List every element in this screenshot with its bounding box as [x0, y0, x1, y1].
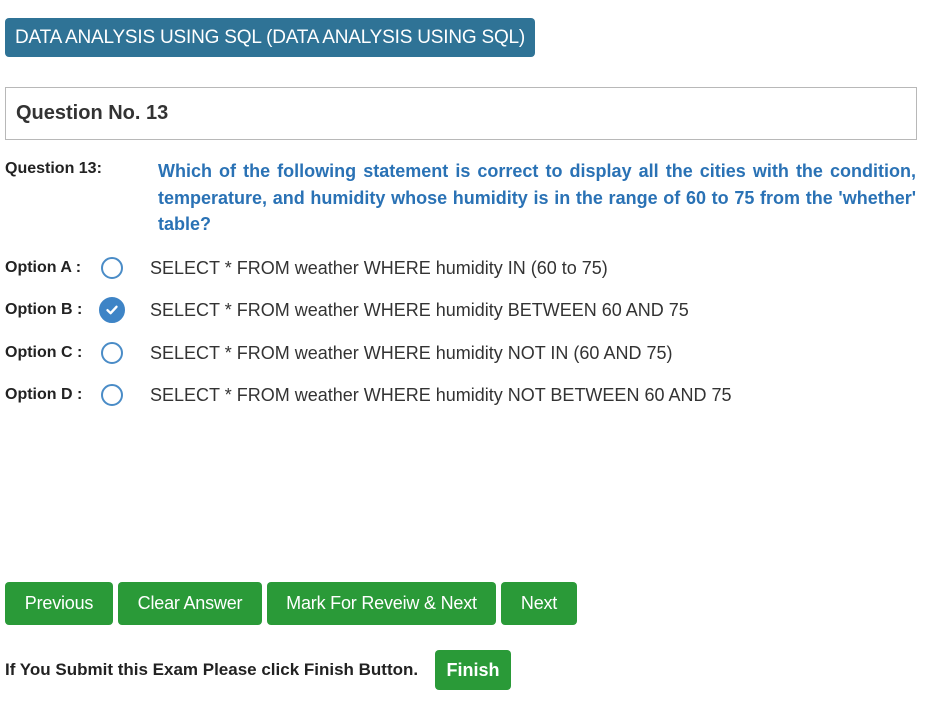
question-label: Question 13: — [5, 160, 102, 177]
option-text[interactable]: SELECT * FROM weather WHERE humidity NOT… — [150, 343, 672, 364]
question-number-panel: Question No. 13 — [5, 87, 917, 140]
radio-unchecked-icon[interactable] — [101, 384, 123, 406]
option-label: Option A : — [5, 259, 82, 276]
radio-unchecked-icon[interactable] — [101, 342, 123, 364]
option-text[interactable]: SELECT * FROM weather WHERE humidity BET… — [150, 300, 689, 321]
finish-instruction: If You Submit this Exam Please click Fin… — [5, 660, 419, 679]
option-text[interactable]: SELECT * FROM weather WHERE humidity IN … — [150, 258, 608, 279]
mark-for-review-next-button[interactable]: Mark For Reveiw & Next — [267, 582, 496, 625]
option-label: Option C : — [5, 344, 83, 361]
next-button[interactable]: Next — [501, 582, 577, 625]
question-number-title: Question No. 13 — [16, 102, 169, 124]
option-label: Option D : — [5, 386, 83, 403]
subject-title-badge: DATA ANALYSIS USING SQL (DATA ANALYSIS U… — [5, 18, 536, 57]
subject-title: DATA ANALYSIS USING SQL (DATA ANALYSIS U… — [15, 26, 526, 48]
option-row-d[interactable]: Option D : SELECT * FROM weather WHERE h… — [5, 380, 905, 410]
radio-unchecked-icon[interactable] — [101, 257, 123, 279]
option-row-b[interactable]: Option B : SELECT * FROM weather WHERE h… — [5, 295, 905, 325]
finish-button[interactable]: Finish — [435, 650, 511, 690]
option-row-a[interactable]: Option A : SELECT * FROM weather WHERE h… — [5, 253, 905, 283]
previous-button[interactable]: Previous — [5, 582, 113, 625]
clear-answer-button[interactable]: Clear Answer — [118, 582, 262, 625]
checkmark-icon — [106, 305, 118, 315]
question-text: Which of the following statement is corr… — [158, 161, 916, 234]
option-text[interactable]: SELECT * FROM weather WHERE humidity NOT… — [150, 385, 732, 406]
option-row-c[interactable]: Option C : SELECT * FROM weather WHERE h… — [5, 338, 905, 368]
radio-checked-icon[interactable] — [99, 297, 125, 323]
option-label: Option B : — [5, 301, 83, 318]
